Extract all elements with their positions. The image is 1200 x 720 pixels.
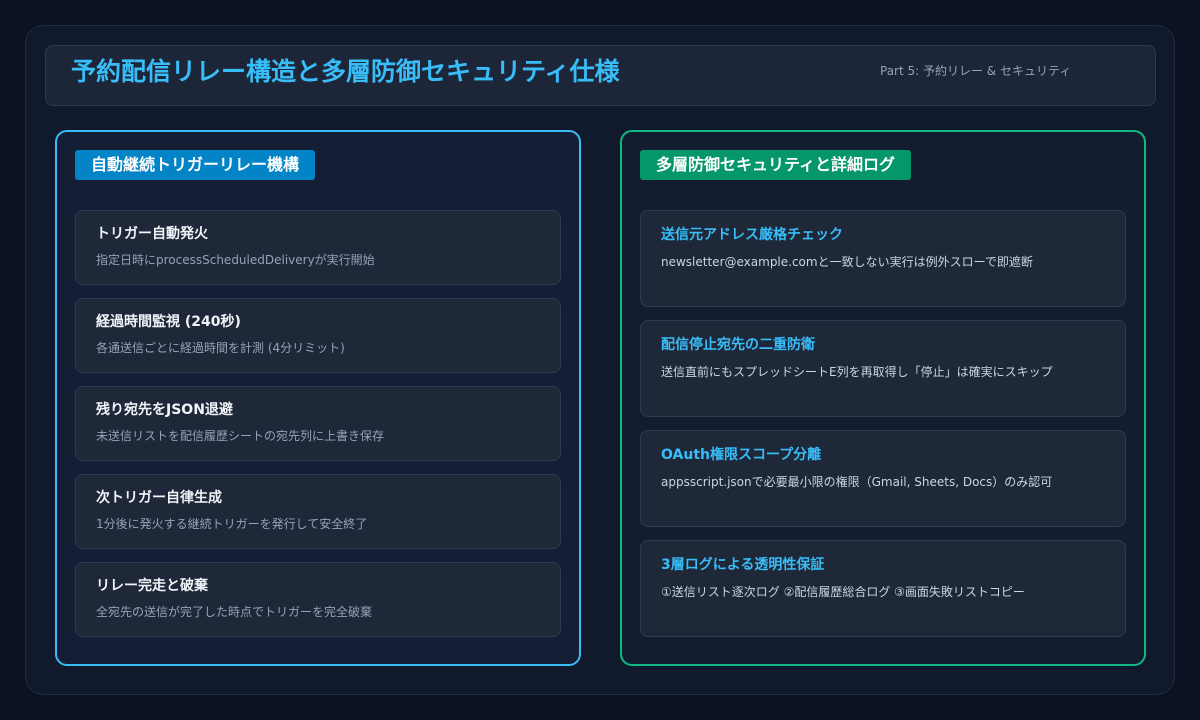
relay-step-title: 次トリガー自律生成 xyxy=(96,490,222,506)
security-item-title: 配信停止宛先の二重防衛 xyxy=(661,337,815,353)
relay-step-desc: 各通送信ごとに経過時間を計測 (4分リミット) xyxy=(96,341,345,355)
security-item-card: 3層ログによる透明性保証 ①送信リスト逐次ログ ②配信履歴総合ログ ③画面失敗リ… xyxy=(640,540,1126,637)
relay-step-title: 残り宛先をJSON退避 xyxy=(96,402,233,418)
relay-step-desc: 1分後に発火する継続トリガーを発行して安全終了 xyxy=(96,517,368,531)
relay-step-desc: 未送信リストを配信履歴シートの宛先列に上書き保存 xyxy=(96,429,385,443)
security-item-title: 3層ログによる透明性保証 xyxy=(661,557,825,573)
security-item-title: OAuth権限スコープ分離 xyxy=(661,447,822,463)
relay-step-card: 残り宛先をJSON退避 未送信リストを配信履歴シートの宛先列に上書き保存 xyxy=(75,386,561,461)
security-heading: 多層防御セキュリティと詳細ログ xyxy=(640,150,912,180)
relay-step-desc: 指定日時にprocessScheduledDeliveryが実行開始 xyxy=(96,253,375,267)
security-item-desc: ①送信リスト逐次ログ ②配信履歴総合ログ ③画面失敗リストコピー xyxy=(661,585,1025,599)
relay-step-title: トリガー自動発火 xyxy=(96,226,208,242)
security-item-desc: newsletter@example.comと一致しない実行は例外スローで即遮断 xyxy=(661,255,1033,269)
relay-step-desc: 全宛先の送信が完了した時点でトリガーを完全破棄 xyxy=(96,605,373,619)
security-item-card: 配信停止宛先の二重防衛 送信直前にもスプレッドシートE列を再取得し「停止」は確実… xyxy=(640,320,1126,417)
relay-step-card: リレー完走と破棄 全宛先の送信が完了した時点でトリガーを完全破棄 xyxy=(75,562,561,637)
security-item-desc: appsscript.jsonで必要最小限の権限（Gmail, Sheets, … xyxy=(661,475,1053,489)
relay-step-card: 経過時間監視 (240秒) 各通送信ごとに経過時間を計測 (4分リミット) xyxy=(75,298,561,373)
relay-step-card: トリガー自動発火 指定日時にprocessScheduledDeliveryが実… xyxy=(75,210,561,285)
relay-mechanism-heading: 自動継続トリガーリレー機構 xyxy=(75,150,316,180)
relay-step-card: 次トリガー自律生成 1分後に発火する継続トリガーを発行して安全終了 xyxy=(75,474,561,549)
relay-step-title: リレー完走と破棄 xyxy=(96,578,208,594)
security-item-card: OAuth権限スコープ分離 appsscript.jsonで必要最小限の権限（G… xyxy=(640,430,1126,527)
page-subtitle: Part 5: 予約リレー & セキュリティ xyxy=(880,64,1072,78)
security-item-title: 送信元アドレス厳格チェック xyxy=(661,227,843,243)
relay-step-title: 経過時間監視 (240秒) xyxy=(96,314,241,330)
security-item-desc: 送信直前にもスプレッドシートE列を再取得し「停止」は確実にスキップ xyxy=(661,365,1053,379)
security-item-card: 送信元アドレス厳格チェック newsletter@example.comと一致し… xyxy=(640,210,1126,307)
page-title: 予約配信リレー構造と多層防御セキュリティ仕様 xyxy=(71,57,620,86)
